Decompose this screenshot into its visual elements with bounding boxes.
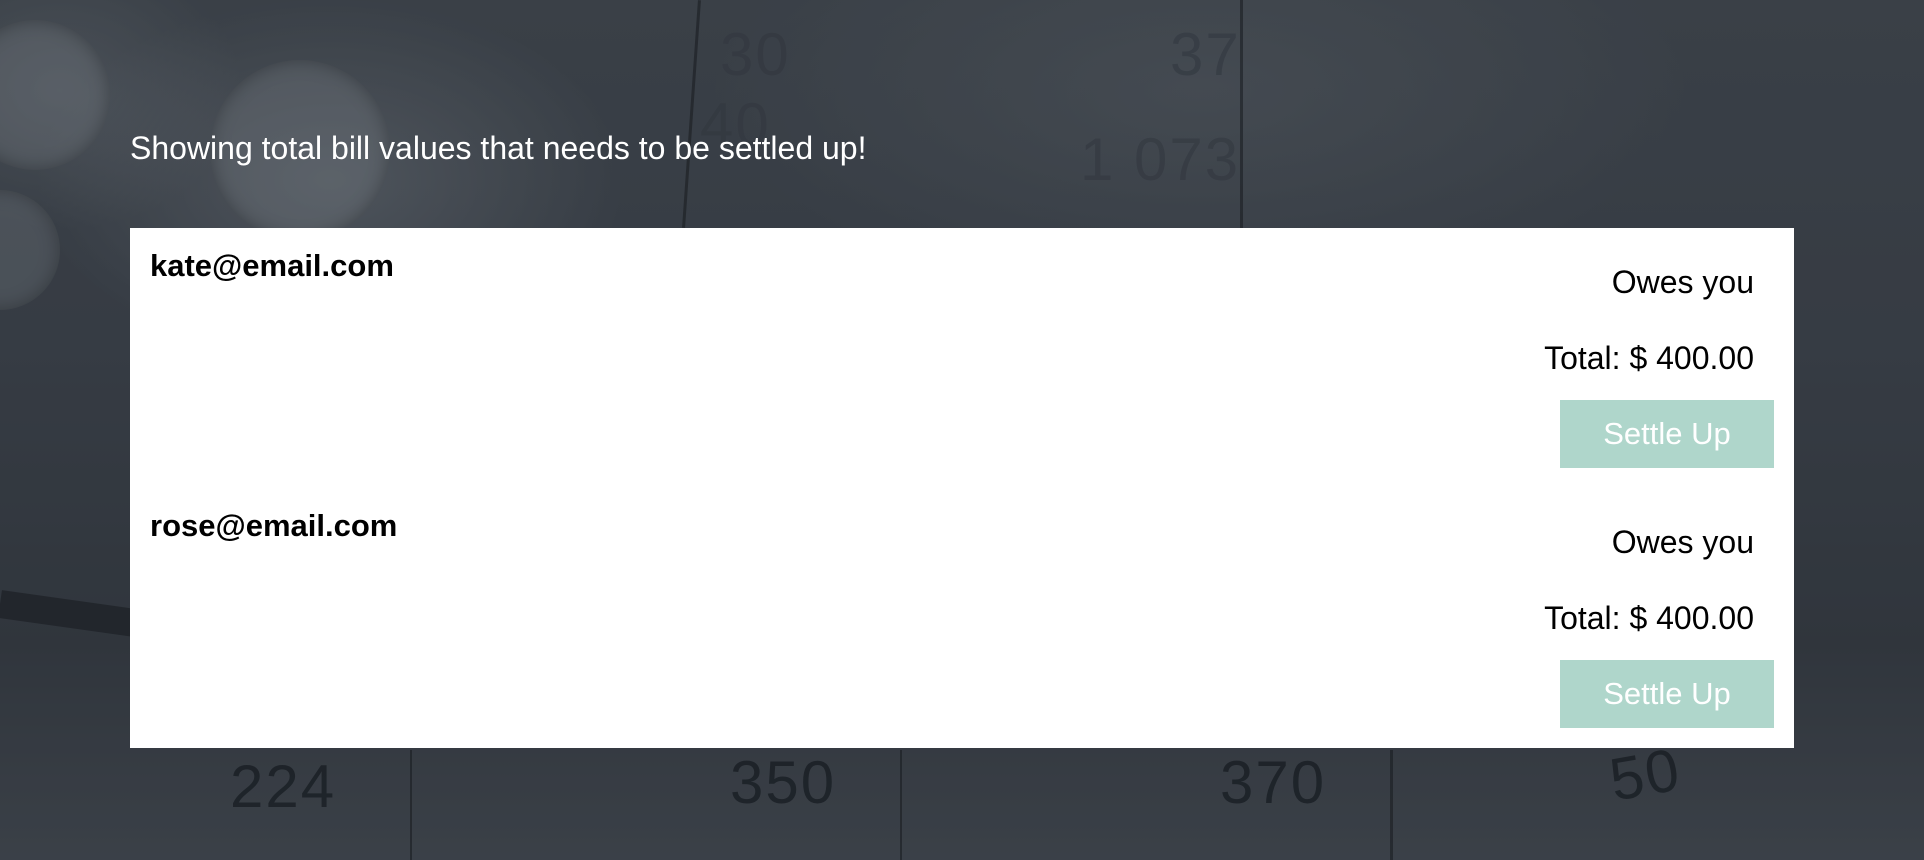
entry-status: Owes you: [1611, 524, 1754, 560]
settlement-list: kate@email.com Owes you Total: $ 400.00 …: [130, 228, 1794, 748]
settle-up-button[interactable]: Settle Up: [1560, 400, 1774, 468]
settlement-entry: rose@email.com Owes you Total: $ 400.00 …: [130, 488, 1794, 748]
settlement-entry: kate@email.com Owes you Total: $ 400.00 …: [130, 228, 1794, 488]
entry-email: kate@email.com: [150, 248, 394, 283]
entry-total: Total: $ 400.00: [1544, 600, 1754, 636]
settle-up-button[interactable]: Settle Up: [1560, 660, 1774, 728]
entry-email: rose@email.com: [150, 508, 398, 543]
entry-status: Owes you: [1611, 264, 1754, 300]
entry-total: Total: $ 400.00: [1544, 340, 1754, 376]
page-heading: Showing total bill values that needs to …: [130, 130, 867, 166]
